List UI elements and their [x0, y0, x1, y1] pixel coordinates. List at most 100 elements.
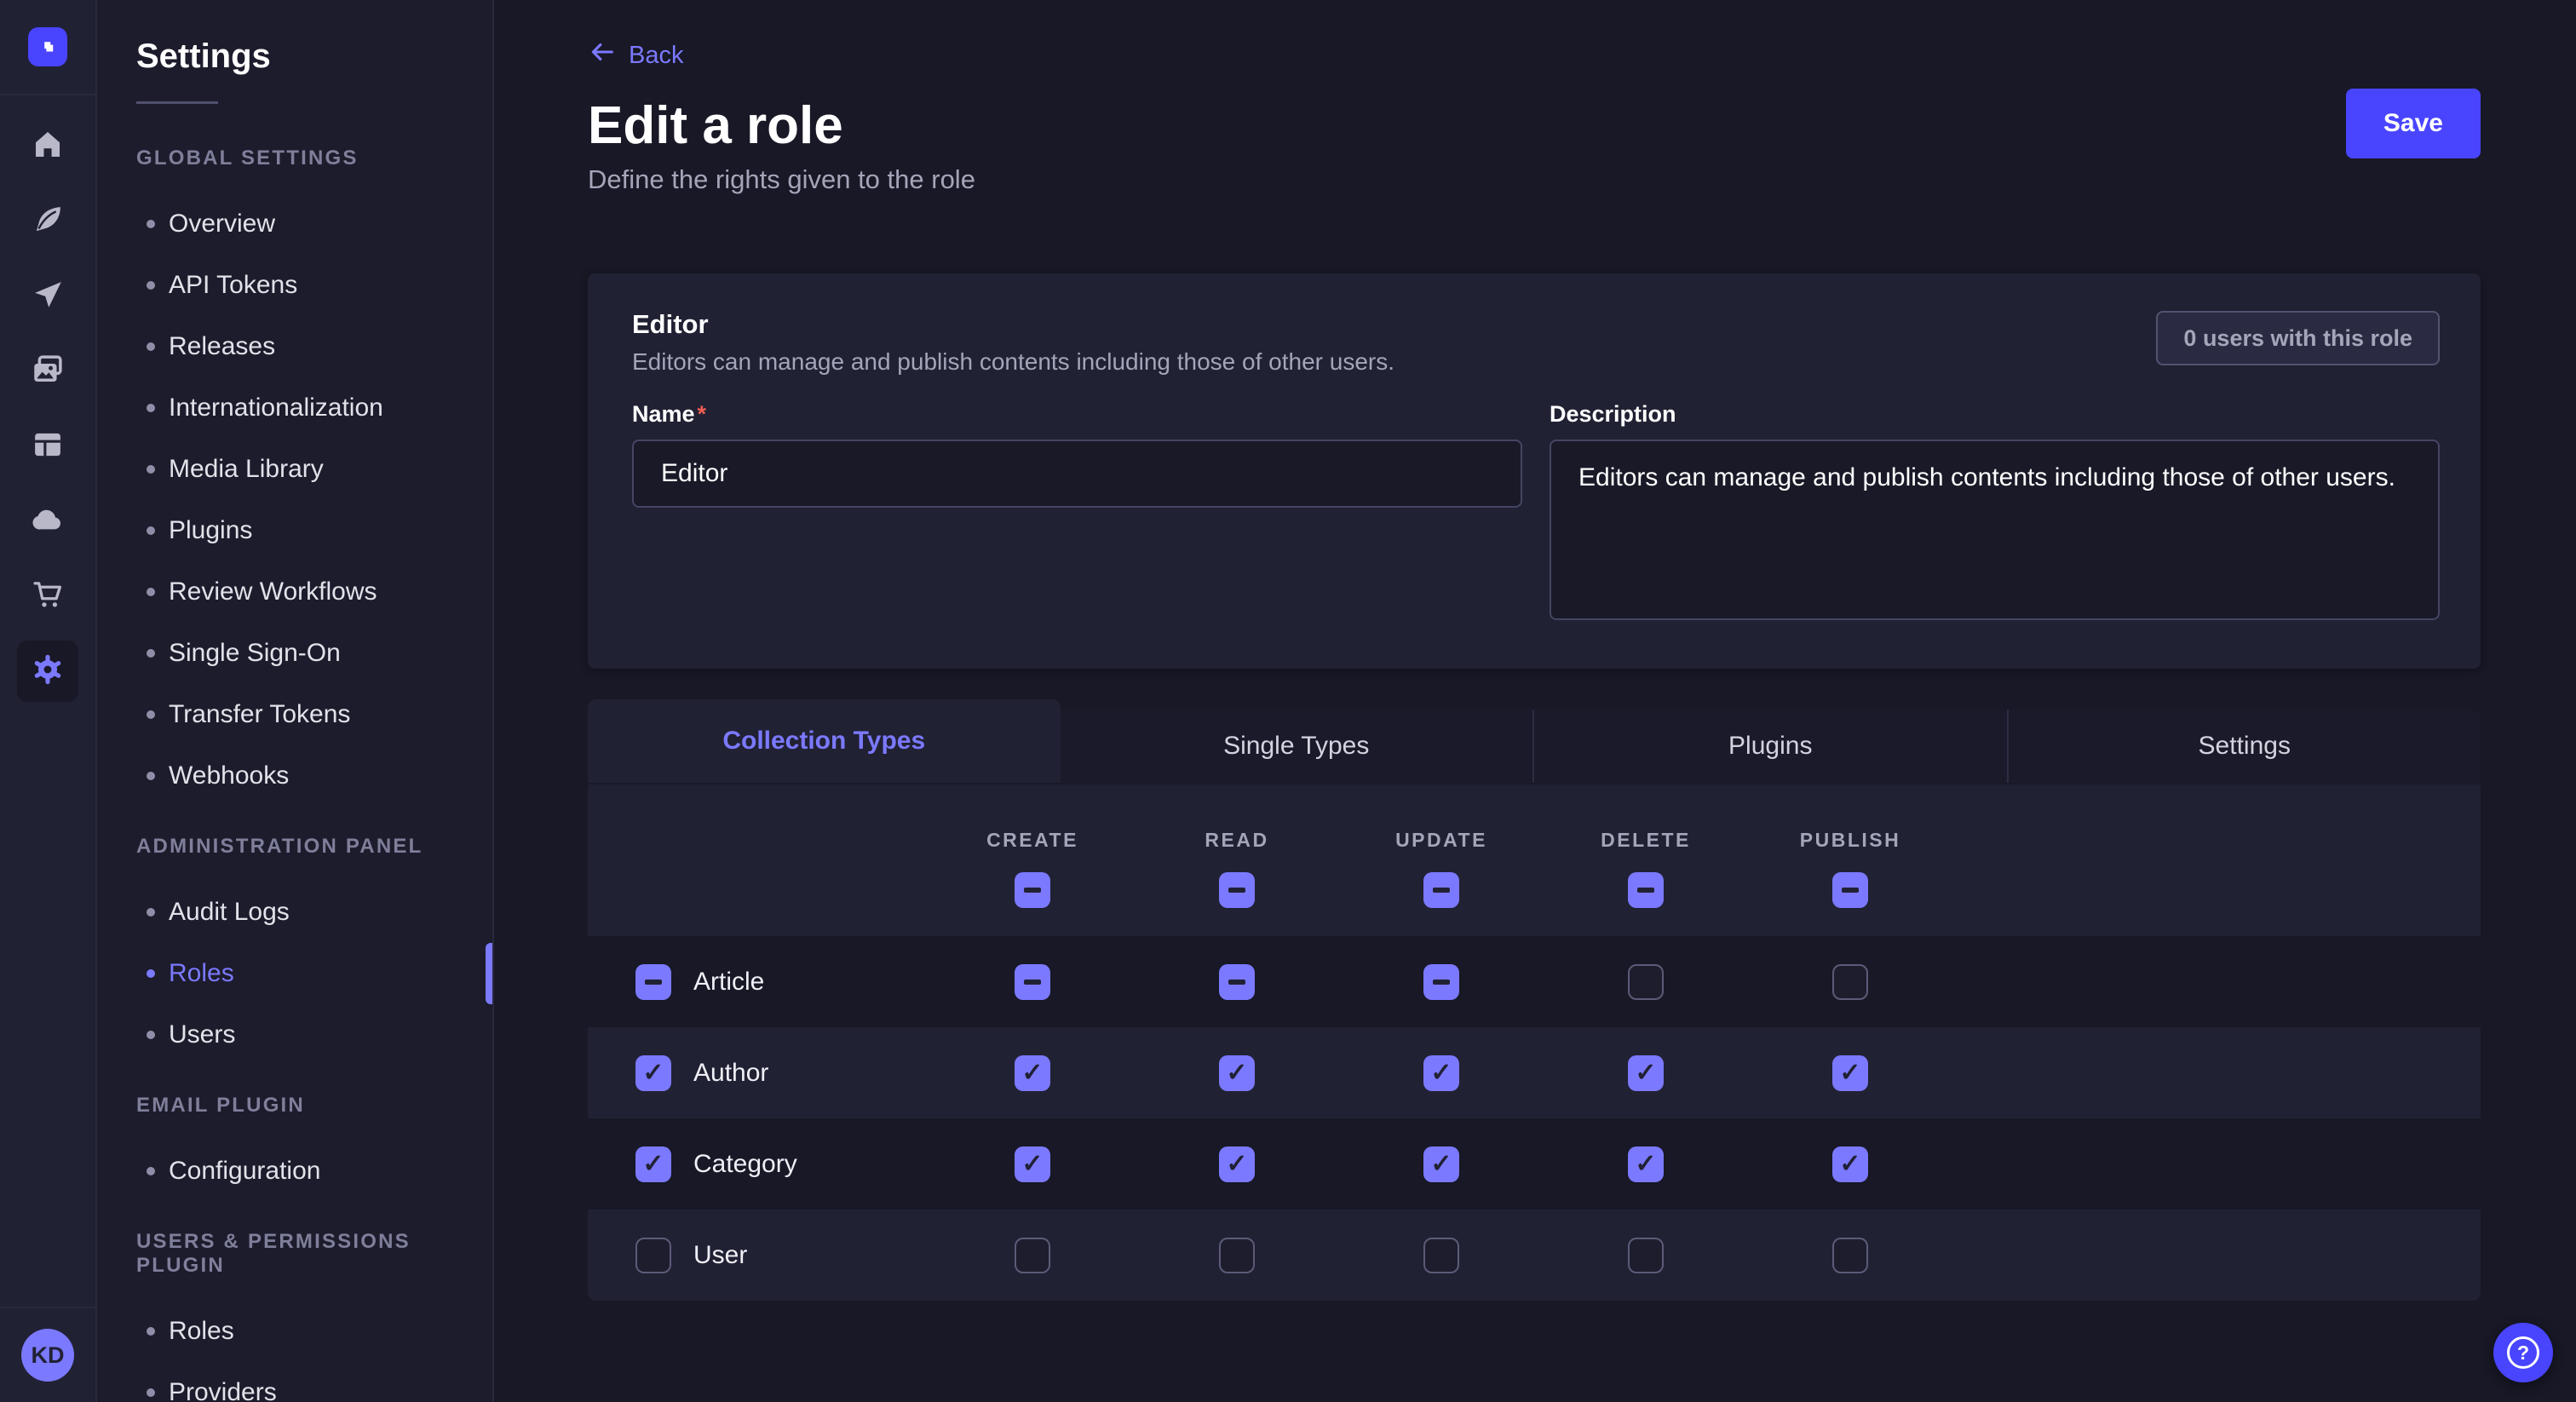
subnav-item-webhooks[interactable]: Webhooks [97, 745, 492, 807]
description-field-group: Description Editors can manage and publi… [1550, 401, 2440, 624]
perm-author-delete-checkbox[interactable] [1628, 1055, 1664, 1091]
perm-category-update-checkbox[interactable] [1423, 1146, 1459, 1182]
select-all-update-checkbox[interactable] [1423, 872, 1459, 908]
perm-article-create-checkbox[interactable] [1015, 964, 1050, 1000]
row-label-user: User [693, 1241, 747, 1270]
perm-article-publish-checkbox[interactable] [1832, 964, 1868, 1000]
strapi-logo-icon [35, 32, 60, 62]
cell [1544, 1055, 1748, 1091]
tab-label: Plugins [1728, 732, 1812, 761]
subnav-item-audit-logs[interactable]: Audit Logs [97, 882, 492, 943]
back-link[interactable]: Back [588, 37, 683, 73]
subnav-item-overview[interactable]: Overview [97, 193, 492, 255]
perm-author-read-checkbox[interactable] [1219, 1055, 1255, 1091]
tab-settings[interactable]: Settings [2007, 710, 2481, 783]
permissions-table-header: CREATE READ UPDATE DELETE [588, 784, 2481, 936]
perm-article-delete-checkbox[interactable] [1628, 964, 1664, 1000]
subnav-item-label: Roles [169, 959, 234, 988]
tab-collection-types[interactable]: Collection Types [588, 699, 1061, 783]
subnav-item-plugins[interactable]: Plugins [97, 500, 492, 561]
column-delete: DELETE [1544, 784, 1748, 936]
subnav-item-review-workflows[interactable]: Review Workflows [97, 561, 492, 623]
description-textarea[interactable]: Editors can manage and publish contents … [1550, 440, 2440, 620]
save-button[interactable]: Save [2346, 89, 2481, 158]
subnav-item-up-roles[interactable]: Roles [97, 1301, 492, 1362]
perm-user-read-checkbox[interactable] [1219, 1238, 1255, 1273]
perm-category-create-checkbox[interactable] [1015, 1146, 1050, 1182]
subnav-item-label: Webhooks [169, 761, 289, 790]
subnav-item-api-tokens[interactable]: API Tokens [97, 255, 492, 316]
section-label-users-permissions-plugin: USERS & PERMISSIONS PLUGIN [136, 1230, 453, 1278]
perm-user-publish-checkbox[interactable] [1832, 1238, 1868, 1273]
tab-plugins[interactable]: Plugins [1532, 710, 2007, 783]
perm-category-publish-checkbox[interactable] [1832, 1146, 1868, 1182]
perm-category-delete-checkbox[interactable] [1628, 1146, 1664, 1182]
subnav-item-up-providers[interactable]: Providers [97, 1362, 492, 1402]
row-select-author-checkbox[interactable] [635, 1055, 671, 1091]
page-subtitle: Define the rights given to the role [588, 164, 2481, 195]
cell [1544, 964, 1748, 1000]
perm-article-read-checkbox[interactable] [1219, 964, 1255, 1000]
administration-panel-list: Audit Logs Roles Users [97, 882, 492, 1066]
rail-icon-list [0, 95, 95, 702]
subnav-item-single-sign-on[interactable]: Single Sign-On [97, 623, 492, 684]
global-settings-list: Overview API Tokens Releases Internation… [97, 193, 492, 807]
row-select-category-checkbox[interactable] [635, 1146, 671, 1182]
cell [930, 1055, 1135, 1091]
table-row-user: User [588, 1210, 2481, 1301]
column-read: READ [1135, 784, 1339, 936]
media-library-nav-button[interactable] [17, 341, 78, 402]
header-empty-cell [588, 784, 930, 936]
perm-article-update-checkbox[interactable] [1423, 964, 1459, 1000]
table-row-author: Author [588, 1027, 2481, 1118]
content-manager-nav-button[interactable] [17, 191, 78, 252]
strapi-logo[interactable] [28, 27, 67, 66]
row-label-author: Author [693, 1059, 768, 1088]
app-root: KD Settings GLOBAL SETTINGS Overview API… [0, 0, 2576, 1402]
cell [1135, 1146, 1339, 1182]
subnav-item-internationalization[interactable]: Internationalization [97, 377, 492, 439]
help-button[interactable]: ? [2493, 1323, 2553, 1382]
content-type-builder-nav-button[interactable] [17, 416, 78, 477]
row-select-user-checkbox[interactable] [635, 1238, 671, 1273]
subnav-item-label: Transfer Tokens [169, 700, 350, 729]
role-form: Name* Description Editors can manage and… [632, 401, 2440, 624]
page-title: Edit a role [588, 95, 2481, 156]
subnav-item-email-configuration[interactable]: Configuration [97, 1141, 492, 1202]
subnav-item-admin-users[interactable]: Users [97, 1004, 492, 1066]
home-nav-button[interactable] [17, 116, 78, 177]
cell [1748, 1238, 1952, 1273]
name-input[interactable] [632, 440, 1522, 508]
subnav-item-media-library[interactable]: Media Library [97, 439, 492, 500]
perm-category-read-checkbox[interactable] [1219, 1146, 1255, 1182]
main-nav-rail: KD [0, 0, 97, 1402]
perm-author-create-checkbox[interactable] [1015, 1055, 1050, 1091]
name-field-group: Name* [632, 401, 1522, 624]
marketplace-nav-button[interactable] [17, 566, 78, 627]
subnav-item-transfer-tokens[interactable]: Transfer Tokens [97, 684, 492, 745]
subnav-item-admin-roles[interactable]: Roles [97, 943, 492, 1004]
column-publish: PUBLISH [1748, 784, 1952, 936]
perm-user-create-checkbox[interactable] [1015, 1238, 1050, 1273]
cloud-nav-button[interactable] [17, 491, 78, 552]
subnav-item-label: Users [169, 1020, 235, 1049]
row-select-article-checkbox[interactable] [635, 964, 671, 1000]
perm-user-delete-checkbox[interactable] [1628, 1238, 1664, 1273]
select-all-publish-checkbox[interactable] [1832, 872, 1868, 908]
select-all-read-checkbox[interactable] [1219, 872, 1255, 908]
perm-author-publish-checkbox[interactable] [1832, 1055, 1868, 1091]
deploy-nav-button[interactable] [17, 266, 78, 327]
subnav-item-releases[interactable]: Releases [97, 316, 492, 377]
select-all-delete-checkbox[interactable] [1628, 872, 1664, 908]
section-label-email-plugin: EMAIL PLUGIN [136, 1094, 453, 1118]
row-label-article: Article [693, 968, 764, 997]
role-details-card: Editor Editors can manage and publish co… [588, 273, 2481, 669]
settings-nav-button[interactable] [17, 641, 78, 702]
column-label-publish: PUBLISH [1800, 829, 1900, 852]
user-avatar[interactable]: KD [21, 1329, 74, 1382]
tab-single-types[interactable]: Single Types [1061, 710, 1533, 783]
select-all-create-checkbox[interactable] [1015, 872, 1050, 908]
perm-author-update-checkbox[interactable] [1423, 1055, 1459, 1091]
perm-user-update-checkbox[interactable] [1423, 1238, 1459, 1273]
users-with-role-badge[interactable]: 0 users with this role [2156, 311, 2440, 365]
